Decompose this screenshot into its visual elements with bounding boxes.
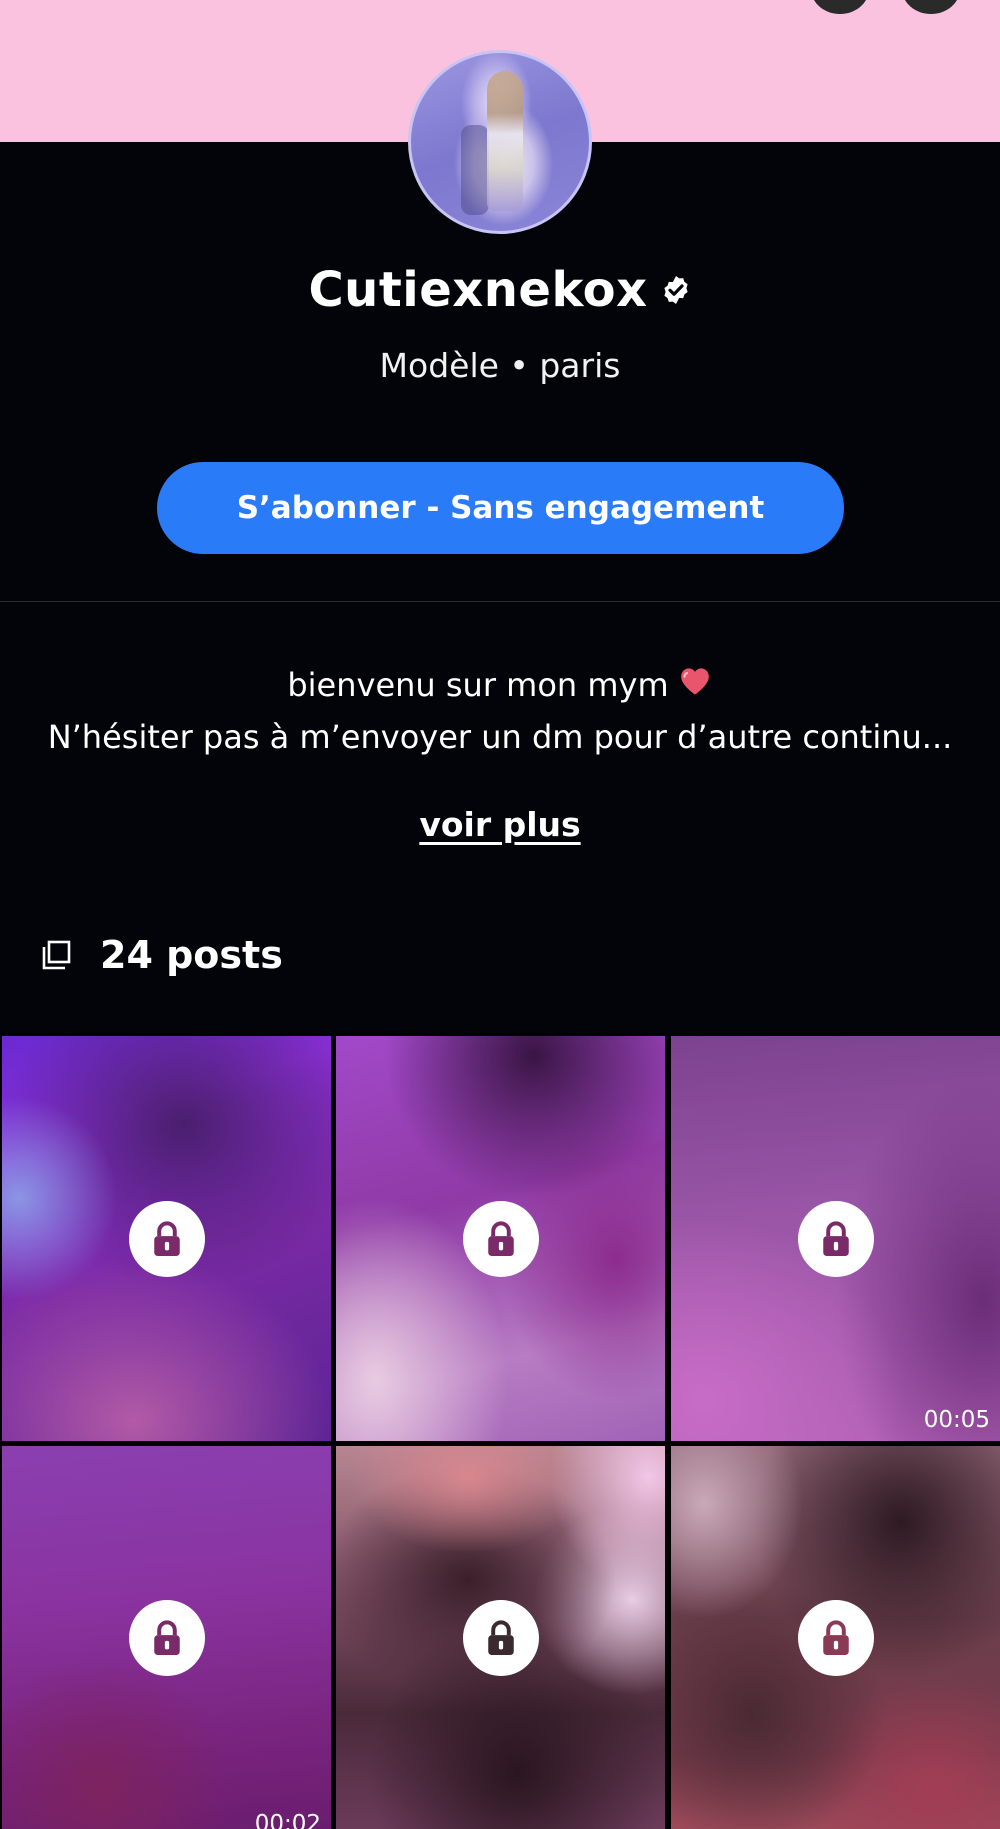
verified-badge-icon (660, 262, 692, 318)
lock-icon (462, 1599, 539, 1676)
profile-subtitle: Modèle • paris (379, 346, 621, 385)
posts-grid: 00:05 00:02 (0, 1033, 1000, 1829)
lock-icon (797, 1599, 874, 1676)
lock-icon (462, 1200, 539, 1277)
post-duration: 00:02 (254, 1811, 321, 1829)
lock-icon (797, 1200, 874, 1277)
post-tile[interactable]: 00:02 (2, 1446, 331, 1829)
divider (0, 601, 1000, 602)
posts-count: 24 posts (100, 933, 283, 977)
post-tile[interactable] (336, 1036, 665, 1441)
post-tile[interactable] (671, 1446, 1000, 1829)
bio-line-2: N’hésiter pas à m’envoyer un dm pour d’a… (47, 718, 953, 756)
post-tile[interactable] (336, 1446, 665, 1829)
bio-text-1: bienvenu sur mon mym (287, 666, 669, 704)
see-more-link[interactable]: voir plus (0, 805, 1000, 844)
bio-line-1: bienvenu sur mon mym (0, 666, 1000, 704)
posts-header: 24 posts (40, 930, 283, 980)
subscribe-button[interactable]: S’abonner - Sans engagement (157, 462, 844, 554)
avatar[interactable] (408, 50, 592, 234)
lock-icon (128, 1200, 205, 1277)
post-duration: 00:05 (923, 1407, 990, 1433)
profile-name: Cutiexnekox (308, 262, 648, 318)
post-tile[interactable] (2, 1036, 331, 1441)
lock-icon (128, 1599, 205, 1676)
profile-name-row: Cutiexnekox (0, 262, 1000, 318)
posts-icon (40, 939, 72, 971)
heart-icon (677, 664, 713, 704)
post-tile[interactable]: 00:05 (671, 1036, 1000, 1441)
